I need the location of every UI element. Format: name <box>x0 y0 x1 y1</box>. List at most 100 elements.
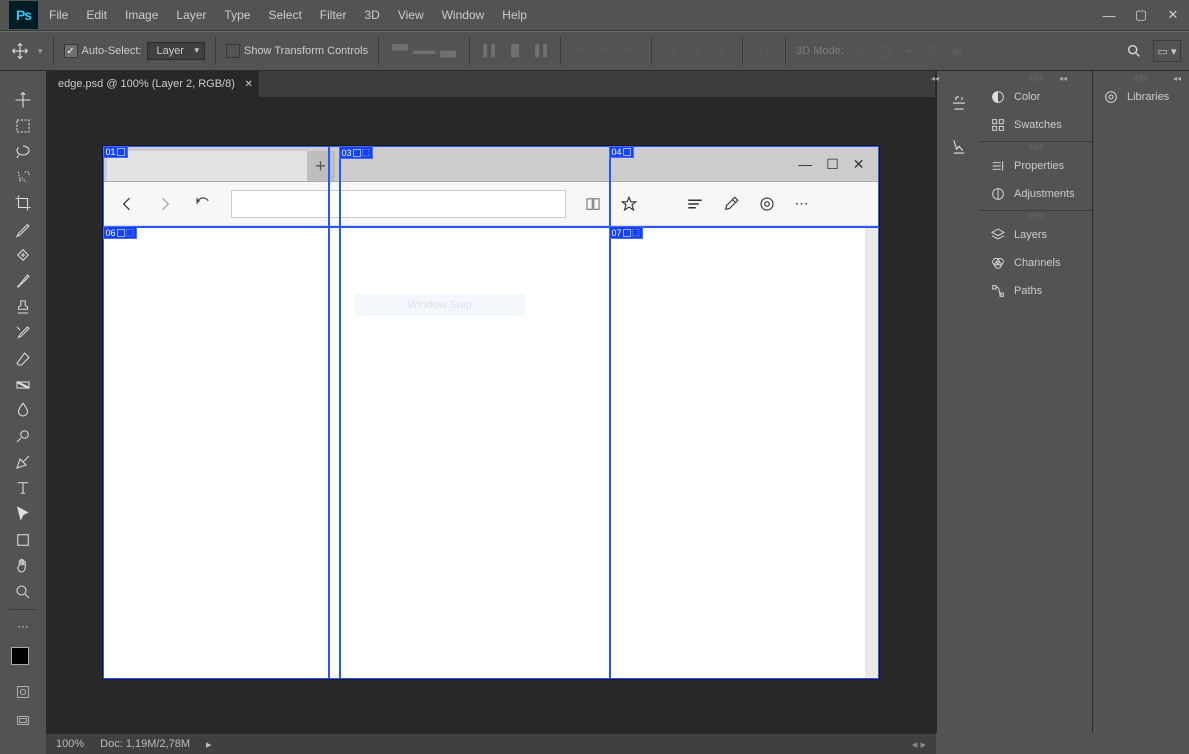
move-tool[interactable] <box>10 87 36 113</box>
menu-3d[interactable]: 3D <box>355 8 388 22</box>
window-minimize[interactable]: — <box>1093 0 1125 30</box>
zoom-level[interactable]: 100% <box>56 738 84 750</box>
panel-group-libraries: ◂◂ ⠿⠿⠿ Libraries <box>1092 71 1189 733</box>
workspace-switcher[interactable]: ▭ ▾ <box>1153 40 1181 62</box>
window-maximize[interactable]: ▢ <box>1125 0 1157 30</box>
menu-edit[interactable]: Edit <box>77 8 116 22</box>
maximize-icon: ☐ <box>826 156 839 173</box>
slice-04[interactable]: 04 <box>609 146 634 158</box>
menu-view[interactable]: View <box>389 8 433 22</box>
distribute-h-group: ║ ║ ║ <box>662 40 732 62</box>
document-area: edge.psd @ 100% (Layer 2, RGB/8) ✕ 01 03… <box>46 71 935 733</box>
quick-mask-toggle[interactable] <box>10 681 36 703</box>
align-hcenter-icon[interactable]: ▐▌ <box>504 40 526 62</box>
status-flyout-icon[interactable]: ▸ <box>206 738 212 751</box>
screen-mode[interactable] <box>10 711 36 733</box>
slice-03[interactable]: 03⬚ <box>339 146 374 159</box>
menu-image[interactable]: Image <box>116 8 167 22</box>
dist-hcenter-icon: ║ <box>686 40 708 62</box>
path-select-tool[interactable] <box>10 501 36 527</box>
dist-bottom-icon: ═ <box>619 40 641 62</box>
url-bar <box>231 190 566 218</box>
panel-channels[interactable]: Channels <box>980 249 1092 277</box>
auto-select-target[interactable]: Layer <box>147 42 205 60</box>
edit-toolbar[interactable]: ⋯ <box>10 614 36 640</box>
3d-pan-icon: ✦ <box>898 40 920 62</box>
align-bottom-icon[interactable]: ▄▄ <box>437 40 459 62</box>
align-top-icon[interactable]: ▀▀ <box>389 40 411 62</box>
slice-01[interactable]: 01 <box>103 146 128 158</box>
doc-size[interactable]: Doc: 1,19M/2,78M <box>100 738 190 750</box>
menu-help[interactable]: Help <box>493 8 536 22</box>
history-panel-icon[interactable] <box>947 91 971 115</box>
menu-bar: File Edit Image Layer Type Select Filter… <box>40 0 536 30</box>
hand-tool[interactable] <box>10 553 36 579</box>
quick-select-tool[interactable] <box>10 165 36 191</box>
3d-roll-icon: ◯ <box>874 40 896 62</box>
panel-layers[interactable]: Layers <box>980 221 1092 249</box>
panel-paths[interactable]: Paths <box>980 277 1092 305</box>
panel-adjustments[interactable]: Adjustments <box>980 180 1092 208</box>
zoom-tool[interactable] <box>10 579 36 605</box>
3d-orbit-icon: ⭯ <box>850 40 872 62</box>
app-logo: Ps <box>9 1 38 29</box>
blur-tool[interactable] <box>10 398 36 424</box>
lasso-tool[interactable] <box>10 139 36 165</box>
dist-top-icon: ═ <box>571 40 593 62</box>
window-close[interactable]: ✕ <box>1157 0 1189 30</box>
auto-select-checkbox[interactable]: ✓Auto-Select: <box>64 44 142 58</box>
minimize-icon: — <box>798 156 812 173</box>
canvas[interactable]: 01 03⬚ 04 06⬚ 07⬚ + — ☐ ✕ <box>102 145 880 680</box>
slice-07[interactable]: 07⬚ <box>609 226 644 239</box>
panel-group-main: ◂◂ ⠿⠿⠿ Color Swatches ⠿⠿⠿ Properties Adj… <box>980 71 1092 733</box>
menu-window[interactable]: Window <box>433 8 494 22</box>
menu-select[interactable]: Select <box>259 8 310 22</box>
history-brush-tool[interactable] <box>10 320 36 346</box>
eraser-tool[interactable] <box>10 346 36 372</box>
notes-icon <box>718 191 744 217</box>
menu-file[interactable]: File <box>40 8 77 22</box>
document-tab[interactable]: edge.psd @ 100% (Layer 2, RGB/8) ✕ <box>46 71 259 97</box>
collapsed-panel-col-1: ◂◂ <box>936 71 980 733</box>
type-tool[interactable] <box>10 475 36 501</box>
title-bar: Ps File Edit Image Layer Type Select Fil… <box>0 0 1189 31</box>
dodge-tool[interactable] <box>10 423 36 449</box>
stamp-tool[interactable] <box>10 294 36 320</box>
menu-type[interactable]: Type <box>215 8 259 22</box>
device-preview-icon[interactable] <box>947 135 971 159</box>
heal-tool[interactable] <box>10 242 36 268</box>
search-icon[interactable] <box>1121 38 1147 64</box>
dist-left-icon: ║ <box>662 40 684 62</box>
3d-mode-icons: ⭯ ◯ ✦ ⤧ ▣ <box>850 40 968 62</box>
align-top-group: ▀▀ ▬▬ ▄▄ <box>389 40 459 62</box>
crop-tool[interactable] <box>10 191 36 217</box>
align-right-icon[interactable]: ▐▐ <box>528 40 550 62</box>
shape-tool[interactable] <box>10 527 36 553</box>
pen-tool[interactable] <box>10 449 36 475</box>
foreground-color[interactable] <box>11 647 29 665</box>
gradient-tool[interactable] <box>10 372 36 398</box>
show-transform-checkbox[interactable]: Show Transform Controls <box>226 44 368 58</box>
more-icon: ⋯ <box>790 191 816 217</box>
menu-layer[interactable]: Layer <box>167 8 215 22</box>
align-left-icon[interactable]: ▌▌ <box>480 40 502 62</box>
color-swatches[interactable] <box>9 645 37 673</box>
marquee-tool[interactable] <box>10 113 36 139</box>
share-icon <box>754 191 780 217</box>
browser-toolbar: ⋯ <box>103 182 879 226</box>
tools-panel: ⋯ <box>0 71 46 733</box>
slice-06[interactable]: 06⬚ <box>103 226 138 239</box>
panel-color[interactable]: Color <box>980 83 1092 111</box>
panel-properties[interactable]: Properties <box>980 152 1092 180</box>
auto-align-icon: ⬚ <box>753 40 775 62</box>
align-vcenter-icon[interactable]: ▬▬ <box>413 40 435 62</box>
move-tool-icon <box>8 39 32 63</box>
eyedropper-tool[interactable] <box>10 216 36 242</box>
menu-filter[interactable]: Filter <box>311 8 356 22</box>
dist-vcenter-icon: ═ <box>595 40 617 62</box>
brush-tool[interactable] <box>10 268 36 294</box>
panel-swatches[interactable]: Swatches <box>980 111 1092 139</box>
options-bar: ▾ ✓Auto-Select: Layer Show Transform Con… <box>0 31 1189 71</box>
close-tab-icon[interactable]: ✕ <box>244 79 252 90</box>
panel-libraries[interactable]: Libraries <box>1093 83 1189 111</box>
